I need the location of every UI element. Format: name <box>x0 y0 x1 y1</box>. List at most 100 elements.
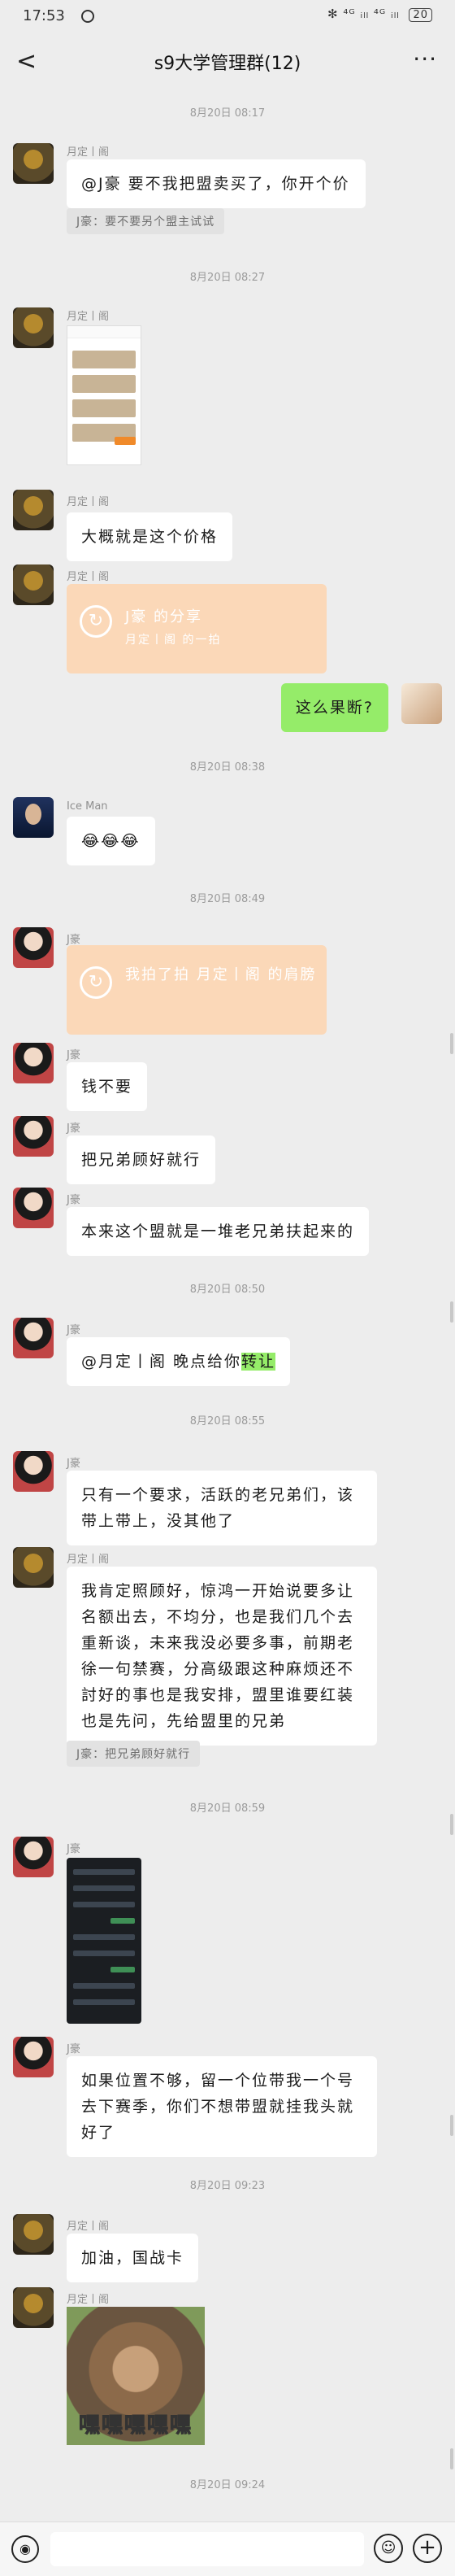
timestamp: 8月20日 08:27 <box>189 272 266 284</box>
avatar[interactable] <box>13 2214 54 2255</box>
voice-icon[interactable]: ◉ <box>11 2535 39 2563</box>
sender-name: J豪 <box>67 1843 80 1855</box>
timestamp: 8月20日 08:50 <box>189 1284 266 1296</box>
status-time: 17:53 <box>23 7 65 24</box>
message-bubble[interactable]: 大概就是这个价格 <box>67 512 233 561</box>
emoji-icon[interactable]: ☺ <box>374 2534 403 2563</box>
image-row <box>73 1869 135 1875</box>
avatar[interactable] <box>13 2037 54 2077</box>
sender-name: 月定丨阁 <box>67 311 110 323</box>
avatar[interactable] <box>13 797 54 838</box>
image-row <box>73 1999 135 2005</box>
chat-header: < s9大学管理群(12) ··· <box>0 33 455 89</box>
message-bubble[interactable]: 😂😂😂 <box>67 817 155 865</box>
quoted-message[interactable]: J豪：要不要另个盟主试试 <box>67 208 225 234</box>
more-icon[interactable]: ··· <box>413 46 437 72</box>
image-row <box>73 1983 135 1989</box>
avatar[interactable] <box>13 490 54 530</box>
image-message[interactable] <box>67 325 141 465</box>
status-app-icon <box>81 10 94 23</box>
sticker-caption: 嘿嘿嘿嘿嘿 <box>78 2413 193 2439</box>
message-bubble[interactable]: 我肯定照顾好，惊鸿一开始说要多让名额出去，不均分，也是我们几个去重新谈，未来我没… <box>67 1567 377 1746</box>
timestamp: 8月20日 08:55 <box>189 1415 266 1427</box>
battery-icon: 20 <box>409 8 432 22</box>
sender-name: J豪 <box>67 1122 80 1135</box>
message-bubble[interactable]: 把兄弟顾好就行 <box>67 1135 216 1184</box>
sender-name: J豪 <box>67 2043 80 2055</box>
scroll-marker <box>450 1814 453 1835</box>
avatar[interactable] <box>13 1116 54 1157</box>
sender-name: 月定丨阁 <box>67 146 110 159</box>
message-bubble[interactable]: 只有一个要求，活跃的老兄弟们，该带上带上，没其他了 <box>67 1471 377 1545</box>
sender-name: 月定丨阁 <box>67 1554 110 1566</box>
timestamp: 8月20日 08:59 <box>189 1802 266 1815</box>
message-bubble[interactable]: 加油，国战卡 <box>67 2234 199 2282</box>
scroll-marker <box>450 2448 453 2469</box>
input-bar: ◉ ☺ + <box>0 2522 455 2576</box>
sender-name: J豪 <box>67 1049 80 1061</box>
message-text: @月定丨阁 晚点给你 <box>81 1353 242 1371</box>
message-bubble[interactable]: 本来这个盟就是一堆老兄弟扶起来的 <box>67 1207 370 1256</box>
own-message-bubble[interactable]: 这么果断? <box>280 683 388 732</box>
image-row <box>73 1902 135 1907</box>
message-bubble[interactable]: @J豪 要不我把盟卖买了，你开个价 <box>67 159 366 208</box>
image-row <box>73 1885 135 1891</box>
chat-title: s9大学管理群(12) <box>154 54 301 74</box>
sender-name: J豪 <box>67 1194 80 1206</box>
sender-name: 月定丨阁 <box>67 2294 110 2306</box>
pat-icon: ↻ <box>80 966 112 999</box>
message-bubble[interactable]: @月定丨阁 晚点给你转让 <box>67 1337 291 1386</box>
image-tag <box>115 437 136 445</box>
message-bubble[interactable]: 钱不要 <box>67 1062 148 1111</box>
image-row <box>73 1951 135 1956</box>
quoted-message[interactable]: J豪：把兄弟顾好就行 <box>67 1741 201 1767</box>
avatar[interactable] <box>13 1188 54 1228</box>
status-indicators: ✻ ⁴ᴳ ᵢₗₗ ⁴ᴳ ᵢₗₗ 20 <box>327 7 432 22</box>
plus-icon[interactable]: + <box>413 2534 442 2563</box>
highlighted-text: 转让 <box>241 1353 276 1371</box>
image-header <box>67 326 141 338</box>
scroll-marker <box>450 1301 453 1323</box>
avatar[interactable] <box>13 143 54 184</box>
timestamp: 8月20日 08:38 <box>189 761 266 774</box>
timestamp: 8月20日 08:17 <box>189 107 266 120</box>
scroll-marker <box>450 2115 453 2136</box>
pat-card[interactable]: ↻ 我拍了拍 月定丨阁 的肩膀 <box>67 945 327 1035</box>
image-row <box>110 1967 135 1972</box>
timestamp: 8月20日 08:49 <box>189 893 266 905</box>
share-card[interactable]: ↻ J豪 的分享 月定丨阁 的一拍 <box>67 584 327 673</box>
image-row <box>73 1934 135 1940</box>
avatar[interactable] <box>13 1043 54 1083</box>
avatar[interactable] <box>13 1547 54 1588</box>
image-row <box>72 375 136 393</box>
sender-name: J豪 <box>67 934 80 946</box>
sender-name: 月定丨阁 <box>67 2221 110 2233</box>
avatar[interactable] <box>13 307 54 348</box>
sender-name: 月定丨阁 <box>67 496 110 508</box>
message-bubble[interactable]: 如果位置不够，留一个位带我一个号去下赛季，你们不想带盟就挂我头就好了 <box>67 2056 377 2157</box>
scroll-marker <box>450 1033 453 1054</box>
share-icon: ↻ <box>80 605 112 638</box>
sticker-image[interactable]: 嘿嘿嘿嘿嘿 <box>67 2307 205 2445</box>
avatar[interactable] <box>13 1318 54 1358</box>
avatar[interactable] <box>13 2287 54 2328</box>
image-row <box>110 1918 135 1924</box>
image-row <box>72 351 136 368</box>
pat-card-text: 我拍了拍 月定丨阁 的肩膀 <box>125 966 317 983</box>
share-card-subtitle: 月定丨阁 的一拍 <box>125 634 222 647</box>
image-row <box>72 399 136 417</box>
avatar[interactable] <box>13 564 54 605</box>
avatar[interactable] <box>13 1837 54 1877</box>
avatar[interactable] <box>13 927 54 968</box>
sender-name: J豪 <box>67 1324 80 1336</box>
sender-name: J豪 <box>67 1458 80 1470</box>
sender-name: Ice Man <box>67 800 108 813</box>
message-input[interactable] <box>50 2532 364 2566</box>
avatar[interactable] <box>13 1451 54 1492</box>
signal-icons: ✻ ⁴ᴳ ᵢₗₗ ⁴ᴳ ᵢₗₗ <box>327 7 400 21</box>
status-bar: 17:53 ✻ ⁴ᴳ ᵢₗₗ ⁴ᴳ ᵢₗₗ 20 <box>0 0 455 33</box>
self-avatar[interactable] <box>401 683 442 724</box>
timestamp: 8月20日 09:23 <box>189 2180 266 2192</box>
share-card-title: J豪 的分享 <box>125 608 203 625</box>
image-message[interactable] <box>67 1858 141 2024</box>
